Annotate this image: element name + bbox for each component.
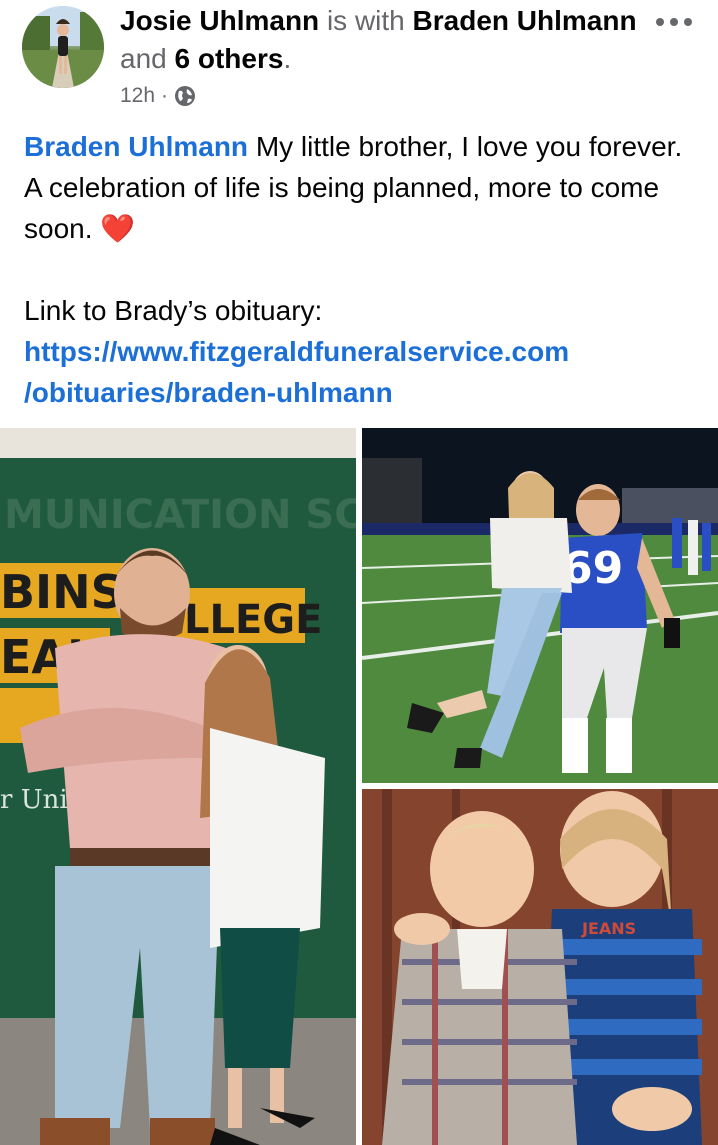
mention-link[interactable]: Braden Uhlmann — [24, 131, 248, 162]
post-timestamp[interactable]: 12h — [120, 84, 155, 108]
others-link[interactable]: 6 others — [175, 43, 284, 74]
more-dot — [684, 18, 692, 26]
with-text: is with — [326, 5, 405, 36]
author-avatar[interactable] — [22, 6, 104, 88]
meta-separator: · — [161, 84, 169, 107]
sign-text-1: MUNICATION SCIE — [4, 492, 356, 538]
photo-kids-portrait[interactable]: JEANS — [362, 789, 718, 1145]
heart-emoji: ❤️ — [100, 213, 136, 244]
facebook-post: Josie Uhlmann is with Braden Uhlmann and… — [0, 0, 718, 1145]
more-options-button[interactable] — [652, 8, 696, 36]
more-dot — [656, 18, 664, 26]
obituary-link-line-1[interactable]: https://www.fitzgeraldfuneralservice.com — [24, 331, 694, 372]
sign-text-2: BINS — [0, 565, 124, 619]
post-header-text: Josie Uhlmann is with Braden Uhlmann and… — [120, 2, 640, 78]
post-meta: 12h · — [120, 82, 196, 110]
header-period: . — [283, 43, 292, 74]
and-text: and — [120, 43, 167, 74]
post-message: Braden Uhlmann My little brother, I love… — [24, 126, 694, 249]
tagged-name[interactable]: Braden Uhlmann — [413, 5, 637, 36]
post-body: Braden Uhlmann My little brother, I love… — [24, 126, 694, 413]
photo-siblings-college[interactable]: MUNICATION SCIE BINS OLLEGE EAL r Univ — [0, 428, 356, 1145]
more-dot — [670, 18, 678, 26]
obituary-label: Link to Brady’s obituary: — [24, 295, 323, 326]
post-header: Josie Uhlmann is with Braden Uhlmann and… — [0, 0, 718, 120]
shirt-text: JEANS — [581, 919, 636, 938]
globe-icon[interactable] — [174, 85, 196, 107]
author-name[interactable]: Josie Uhlmann — [120, 5, 319, 36]
obituary-link-line-2[interactable]: /obituaries/braden-uhlmann — [24, 372, 694, 413]
photo-football-field[interactable]: 69 — [362, 428, 718, 783]
